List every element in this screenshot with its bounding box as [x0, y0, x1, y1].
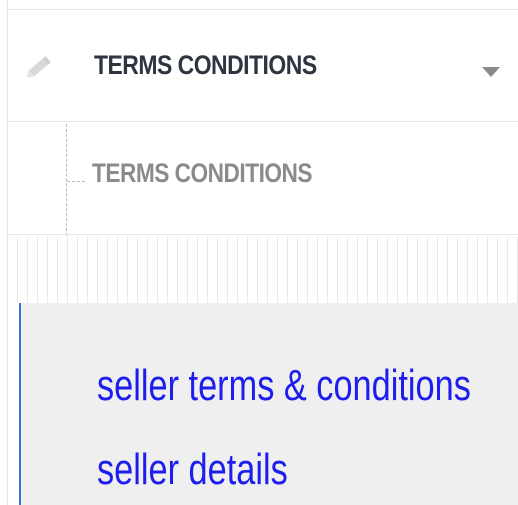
menu-header-terms-conditions[interactable]: TERMS CONDITIONS [8, 12, 518, 121]
tree-branch-connector [67, 181, 85, 182]
header-divider [8, 121, 518, 122]
submenu-item-terms-conditions[interactable]: TERMS CONDITIONS [92, 158, 354, 200]
submenu-item-label: TERMS CONDITIONS [92, 158, 313, 188]
seller-details-link[interactable]: seller details [97, 445, 288, 495]
pencil-icon [22, 50, 56, 84]
top-divider [8, 9, 518, 10]
tree-vertical-connector [66, 124, 67, 236]
seller-terms-conditions-link[interactable]: seller terms & conditions [97, 361, 471, 411]
striped-separator [8, 237, 518, 303]
caret-down-icon[interactable] [482, 67, 500, 77]
menu-header-label: TERMS CONDITIONS [94, 50, 317, 80]
submenu-divider [8, 234, 518, 235]
links-panel: seller terms & conditions seller details [19, 303, 518, 505]
